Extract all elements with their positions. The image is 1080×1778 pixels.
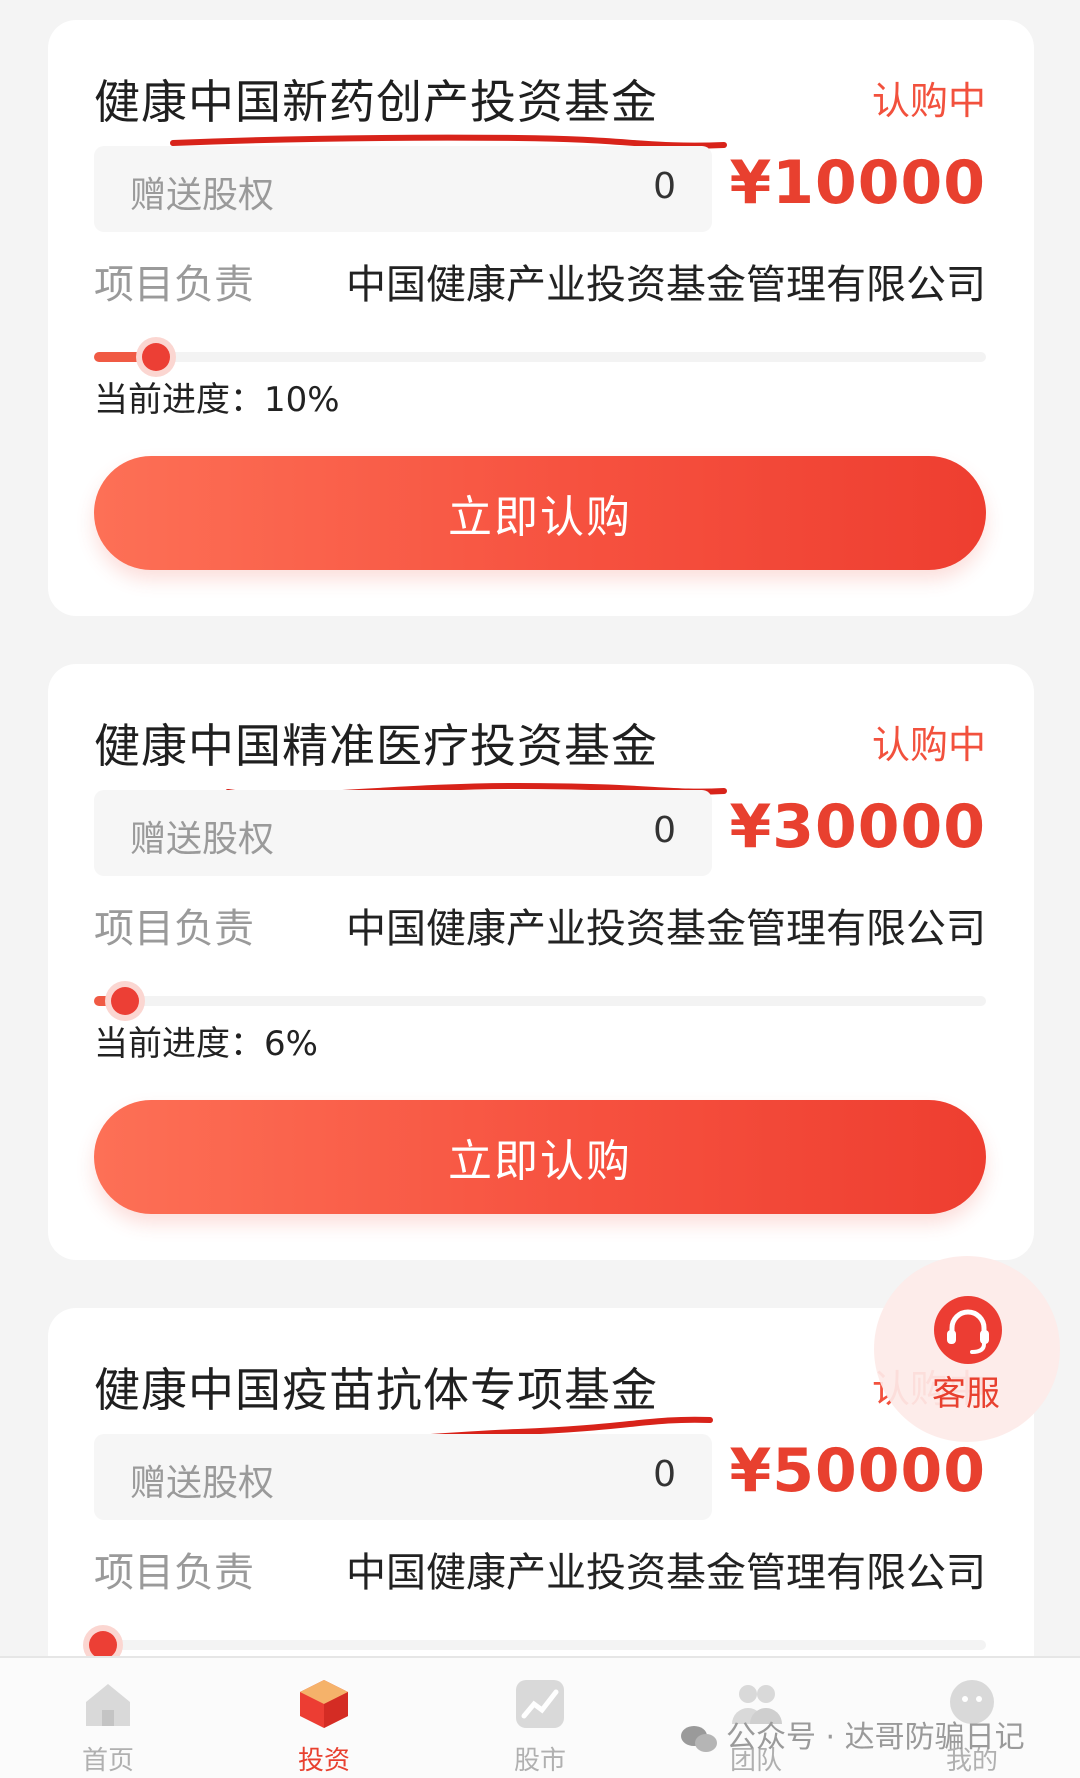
tab-home-label: 首页 bbox=[81, 1746, 134, 1776]
home-icon bbox=[86, 1684, 130, 1726]
progress-knob bbox=[88, 1631, 117, 1659]
project-owner-label: 项目负责 bbox=[94, 262, 254, 308]
watermark: 公众号 · 达哥防骗日记 bbox=[680, 1712, 1025, 1756]
fund-card[interactable]: 健康中国精准医疗投资基金 认购中 赠送股权 0 ¥30000 项目负责 中国健康… bbox=[48, 664, 1034, 1260]
customer-service-button[interactable]: 客服 bbox=[874, 1256, 1060, 1442]
status-badge: 认购中 bbox=[871, 79, 986, 123]
customer-service-label: 客服 bbox=[932, 1374, 1000, 1414]
fund-price: ¥30000 bbox=[729, 792, 986, 862]
progress-track bbox=[94, 343, 986, 371]
progress-knob bbox=[111, 987, 140, 1015]
gift-equity-value: 0 bbox=[653, 1454, 676, 1495]
progress-knob bbox=[142, 343, 171, 371]
gift-equity-value: 0 bbox=[653, 810, 676, 851]
fund-title: 健康中国新药创产投资基金 bbox=[94, 75, 658, 129]
tab-home[interactable]: 首页 bbox=[0, 1658, 216, 1778]
project-owner-value: 中国健康产业投资基金管理有限公司 bbox=[346, 262, 986, 308]
project-owner-label: 项目负责 bbox=[94, 906, 254, 952]
gift-equity-field: 赠送股权 0 bbox=[94, 1434, 712, 1520]
progress-track bbox=[94, 987, 986, 1015]
tab-invest[interactable]: 投资 bbox=[216, 1658, 432, 1778]
stock-chart-icon bbox=[516, 1680, 564, 1728]
tab-invest-label: 投资 bbox=[297, 1746, 350, 1776]
fund-title: 健康中国精准医疗投资基金 bbox=[94, 719, 658, 773]
subscribe-button[interactable]: 立即认购 bbox=[94, 456, 986, 570]
headset-icon bbox=[934, 1296, 1002, 1364]
status-badge: 认购中 bbox=[871, 723, 986, 767]
gift-equity-label: 赠送股权 bbox=[130, 819, 275, 860]
gift-equity-field: 赠送股权 0 bbox=[94, 146, 712, 232]
wechat-icon bbox=[681, 1725, 717, 1752]
gift-equity-label: 赠送股权 bbox=[130, 1463, 275, 1504]
gift-equity-field: 赠送股权 0 bbox=[94, 790, 712, 876]
project-owner-label: 项目负责 bbox=[94, 1550, 254, 1596]
project-owner-value: 中国健康产业投资基金管理有限公司 bbox=[346, 1550, 986, 1596]
gift-equity-value: 0 bbox=[653, 166, 676, 207]
fund-price: ¥50000 bbox=[729, 1436, 986, 1506]
progress-text: 当前进度：6% bbox=[94, 1024, 318, 1064]
tab-stock-label: 股市 bbox=[513, 1746, 566, 1776]
watermark-text: 公众号 · 达哥防骗日记 bbox=[726, 1720, 1025, 1755]
fund-title: 健康中国疫苗抗体专项基金 bbox=[94, 1363, 658, 1417]
progress-track bbox=[88, 1631, 986, 1659]
gift-equity-label: 赠送股权 bbox=[130, 175, 275, 216]
progress-text: 当前进度：10% bbox=[94, 380, 340, 420]
invest-cube-icon bbox=[300, 1680, 348, 1728]
subscribe-button[interactable]: 立即认购 bbox=[94, 1100, 986, 1214]
fund-price: ¥10000 bbox=[729, 148, 986, 218]
tab-stock[interactable]: 股市 bbox=[432, 1658, 648, 1778]
fund-card[interactable]: 健康中国新药创产投资基金 认购中 赠送股权 0 ¥10000 项目负责 中国健康… bbox=[48, 20, 1034, 616]
project-owner-value: 中国健康产业投资基金管理有限公司 bbox=[346, 906, 986, 952]
